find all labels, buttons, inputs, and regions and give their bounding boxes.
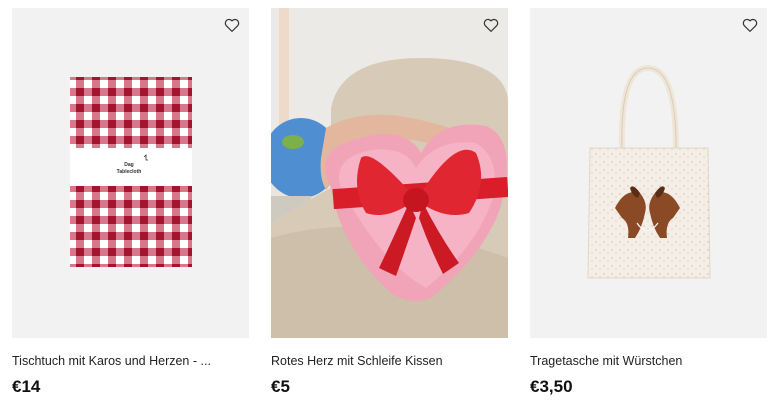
product-price: €14: [12, 377, 41, 396]
product-title[interactable]: Tragetasche mit Würstchen: [530, 354, 767, 368]
heart-outline-icon[interactable]: [741, 16, 759, 34]
product-title[interactable]: Rotes Herz mit Schleife Kissen: [271, 354, 508, 368]
product-image[interactable]: [530, 8, 767, 338]
product-image[interactable]: [271, 8, 508, 338]
tote-bag: [587, 147, 711, 279]
product-card[interactable]: Dag Tablecloth Tischtuch mit Karos und H…: [12, 8, 249, 396]
product-price: €5: [271, 377, 290, 396]
pack-label-line: Tablecloth: [117, 169, 142, 175]
pack-label-line: Dag: [124, 162, 133, 168]
product-price: €3,50: [530, 377, 573, 396]
product-title[interactable]: Tischtuch mit Karos und Herzen - ...: [12, 354, 249, 368]
product-image[interactable]: Dag Tablecloth: [12, 8, 249, 338]
product-grid: Dag Tablecloth Tischtuch mit Karos und H…: [0, 0, 778, 400]
heart-outline-icon[interactable]: [223, 16, 241, 34]
heart-outline-icon[interactable]: [482, 16, 500, 34]
product-card[interactable]: Rotes Herz mit Schleife Kissen €5: [271, 8, 508, 396]
product-card[interactable]: Tragetasche mit Würstchen €3,50: [530, 8, 767, 396]
